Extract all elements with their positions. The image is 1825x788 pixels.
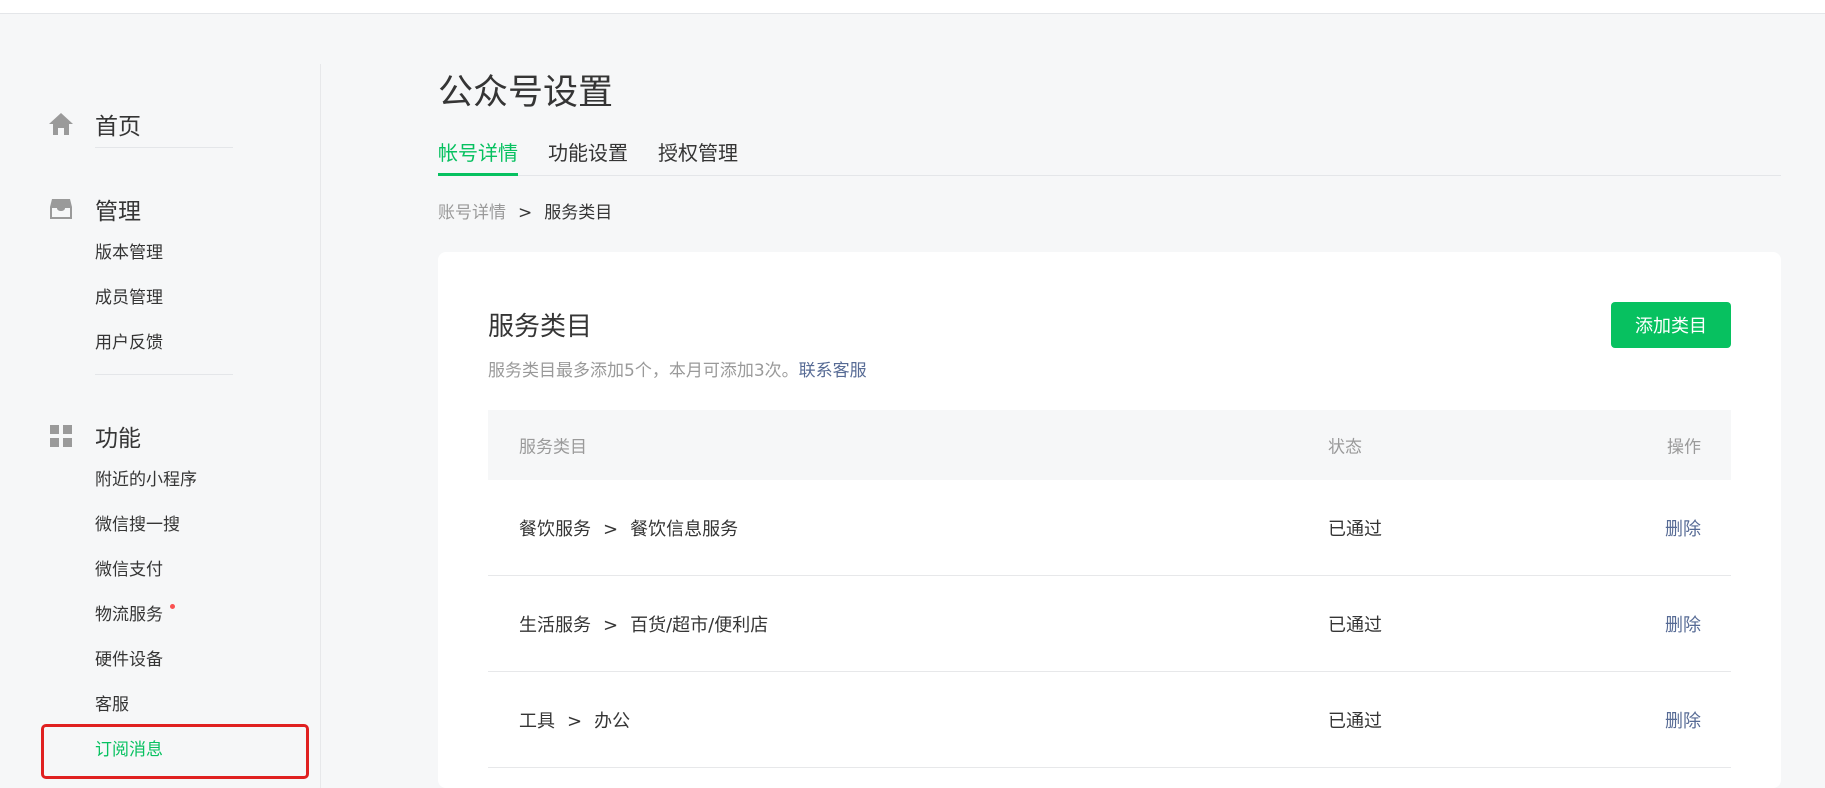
page-title: 公众号设置 [438, 73, 614, 113]
grid-icon [47, 422, 75, 450]
row-status: 已通过 [1328, 614, 1382, 636]
sidebar-item-search[interactable]: 微信搜一搜 [95, 513, 180, 537]
sidebar-item-service[interactable]: 客服 [95, 693, 129, 717]
row-category-primary: 生活服务 [519, 614, 591, 636]
card-description-text: 服务类目最多添加5个，本月可添加3次。 [488, 361, 799, 381]
delete-link[interactable]: 删除 [1665, 611, 1701, 637]
row-category-arrow: > [603, 614, 619, 636]
sidebar-item-members[interactable]: 成员管理 [95, 286, 163, 310]
row-status: 已通过 [1328, 518, 1382, 540]
sidebar-divider [95, 374, 233, 375]
row-category-secondary: 办公 [594, 710, 631, 732]
tab-authorization[interactable]: 授权管理 [658, 138, 738, 176]
add-category-button[interactable]: 添加类目 [1611, 302, 1731, 348]
sidebar-divider [95, 147, 233, 148]
home-icon [47, 110, 75, 138]
breadcrumb-parent[interactable]: 账号详情 [438, 203, 506, 223]
row-category-primary: 工具 [519, 710, 555, 732]
service-category-card: 服务类目 服务类目最多添加5个，本月可添加3次。联系客服 添加类目 服务类目 状… [438, 252, 1781, 788]
highlight-annotation-box [41, 724, 309, 779]
table-row: 餐饮服务 > 餐饮信息服务 已通过 删除 [488, 480, 1731, 576]
sidebar-features-label: 功能 [95, 426, 141, 452]
row-category-secondary: 百货/超市/便利店 [630, 614, 769, 636]
card-description: 服务类目最多添加5个，本月可添加3次。联系客服 [488, 356, 867, 381]
row-category-secondary: 餐饮信息服务 [630, 518, 739, 540]
delete-link[interactable]: 删除 [1665, 707, 1701, 733]
delete-link[interactable]: 删除 [1665, 515, 1701, 541]
row-status: 已通过 [1328, 710, 1382, 732]
sidebar-item-hardware[interactable]: 硬件设备 [95, 648, 163, 672]
sidebar-item-logistics[interactable]: 物流服务 [95, 603, 163, 627]
sidebar-item-nearby[interactable]: 附近的小程序 [95, 468, 197, 492]
table-header: 服务类目 状态 操作 [488, 410, 1731, 480]
sidebar-manage-label: 管理 [95, 199, 141, 225]
sidebar-group-manage[interactable]: 管理 [47, 191, 141, 227]
sidebar-home-label: 首页 [95, 114, 141, 140]
card-title: 服务类目 [488, 312, 593, 342]
tab-bar: 帐号详情 功能设置 授权管理 [438, 138, 1781, 176]
sidebar-item-pay[interactable]: 微信支付 [95, 558, 163, 582]
sidebar-item-home[interactable]: 首页 [47, 106, 141, 142]
sidebar-item-feedback[interactable]: 用户反馈 [95, 331, 163, 355]
table-row: 生活服务 > 百货/超市/便利店 已通过 删除 [488, 576, 1731, 672]
header-operation: 操作 [1667, 437, 1701, 458]
sidebar-group-features[interactable]: 功能 [47, 418, 141, 454]
sidebar: 首页 管理 版本管理 成员管理 用户反馈 功能 附近的小程序 微信搜一搜 微信支… [0, 64, 321, 788]
breadcrumb-current: 服务类目 [544, 203, 613, 223]
top-bar [0, 0, 1825, 14]
contact-support-link[interactable]: 联系客服 [799, 361, 867, 381]
tab-feature-settings[interactable]: 功能设置 [548, 138, 628, 176]
header-category: 服务类目 [519, 437, 587, 458]
row-category: 餐饮服务 > 餐饮信息服务 [519, 515, 738, 541]
row-category: 工具 > 办公 [519, 707, 630, 733]
sidebar-item-version[interactable]: 版本管理 [95, 241, 163, 265]
breadcrumb: 账号详情 > 服务类目 [438, 198, 612, 223]
category-table: 服务类目 状态 操作 餐饮服务 > 餐饮信息服务 已通过 删除 生活服务 > 百货/超市… [488, 410, 1731, 768]
breadcrumb-separator: > [518, 203, 533, 223]
header-status: 状态 [1328, 437, 1362, 458]
inbox-icon [47, 195, 75, 223]
table-row: 工具 > 办公 已通过 删除 [488, 672, 1731, 768]
new-badge-dot [170, 604, 175, 609]
row-category-primary: 餐饮服务 [519, 518, 591, 540]
row-category: 生活服务 > 百货/超市/便利店 [519, 611, 768, 637]
row-category-arrow: > [567, 710, 583, 732]
row-category-arrow: > [603, 518, 619, 540]
tab-account-details[interactable]: 帐号详情 [438, 138, 518, 176]
